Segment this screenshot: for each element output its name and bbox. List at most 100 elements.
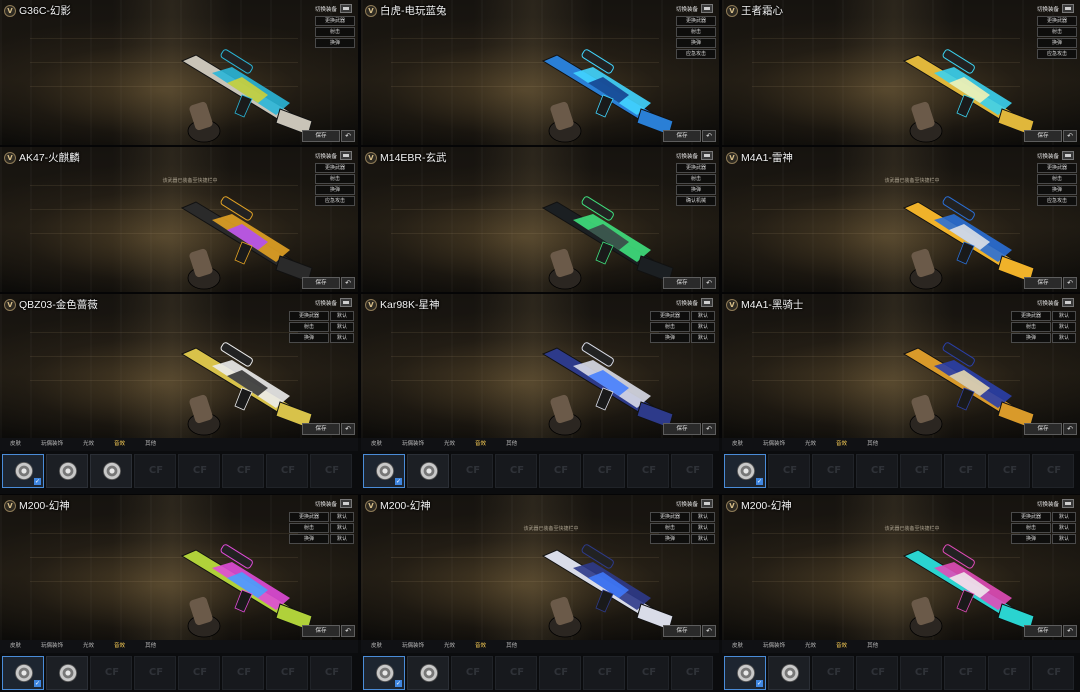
switch-equipment-icon[interactable] [1062,298,1074,307]
return-arrow-icon[interactable]: ↶ [702,625,716,637]
category-tab[interactable]: 其他 [135,438,166,451]
inventory-slot[interactable]: CF [944,454,986,488]
save-button[interactable]: 保存 [1024,277,1062,289]
category-tab[interactable]: 音效 [826,640,857,653]
keybind-action[interactable]: 射击 [650,523,690,533]
save-button[interactable]: 保存 [663,423,701,435]
switch-equipment[interactable]: 切换装备 [1037,151,1074,160]
inventory-slot[interactable]: CF [266,656,308,690]
inventory-slot[interactable]: CF [266,454,308,488]
save-button[interactable]: 保存 [302,277,340,289]
switch-equipment[interactable]: 切换装备 [676,151,713,160]
switch-equipment[interactable]: 切换装备 [1037,298,1074,307]
keybind-action[interactable]: 射击 [289,322,329,332]
keybind-value[interactable]: 默认 [330,523,354,533]
inventory-slot[interactable]: ✓ [363,656,405,690]
category-tab[interactable]: 音效 [465,640,496,653]
category-tab[interactable]: 音效 [826,438,857,451]
category-tab[interactable]: 皮肤 [0,438,31,451]
inventory-slot[interactable]: CF [451,454,493,488]
inventory-slot[interactable]: ✓ [724,656,766,690]
inventory-slot[interactable]: CF [583,454,625,488]
action-menu-item[interactable]: 更换武器 [676,16,716,26]
return-arrow-icon[interactable]: ↶ [1063,277,1077,289]
action-menu-item[interactable]: 更换武器 [1037,16,1077,26]
keybind-value[interactable]: 默认 [1052,333,1076,343]
inventory-slot[interactable]: CF [988,656,1030,690]
switch-equipment[interactable]: 切换装备 [315,298,352,307]
switch-equipment-icon[interactable] [340,151,352,160]
action-menu-item[interactable]: 更换武器 [676,163,716,173]
keybind-value[interactable]: 默认 [1052,523,1076,533]
switch-equipment-icon[interactable] [1062,151,1074,160]
switch-equipment[interactable]: 切换装备 [315,4,352,13]
category-tab[interactable]: 其他 [857,640,888,653]
category-tab[interactable]: 玩偶装饰 [753,640,795,653]
inventory-slot[interactable]: CF [451,656,493,690]
inventory-slot[interactable]: CF [856,454,898,488]
category-tab[interactable]: 光效 [434,438,465,451]
inventory-slot[interactable] [90,454,132,488]
save-button[interactable]: 保存 [1024,625,1062,637]
inventory-slot[interactable]: CF [178,454,220,488]
inventory-slot[interactable]: CF [627,656,669,690]
inventory-slot[interactable]: CF [134,656,176,690]
switch-equipment[interactable]: 切换装备 [315,151,352,160]
save-button[interactable]: 保存 [663,130,701,142]
switch-equipment-icon[interactable] [340,499,352,508]
keybind-value[interactable]: 默认 [330,322,354,332]
return-arrow-icon[interactable]: ↶ [1063,130,1077,142]
category-tab[interactable]: 皮肤 [361,438,392,451]
category-tab[interactable]: 其他 [496,438,527,451]
keybind-action[interactable]: 更换武器 [1011,311,1051,321]
keybind-action[interactable]: 更换武器 [289,311,329,321]
category-tab[interactable]: 皮肤 [722,438,753,451]
inventory-slot[interactable] [768,656,810,690]
switch-equipment-icon[interactable] [1062,4,1074,13]
inventory-slot[interactable]: CF [1032,454,1074,488]
switch-equipment[interactable]: 切换装备 [1037,499,1074,508]
switch-equipment-icon[interactable] [701,151,713,160]
category-tab[interactable]: 玩偶装饰 [753,438,795,451]
action-menu-item[interactable]: 更换武器 [315,163,355,173]
inventory-slot[interactable]: ✓ [2,656,44,690]
keybind-action[interactable]: 射击 [1011,322,1051,332]
action-menu-item[interactable]: 更换武器 [1037,163,1077,173]
keybind-action[interactable]: 射击 [1011,523,1051,533]
inventory-slot[interactable]: CF [583,656,625,690]
keybind-value[interactable]: 默认 [691,523,715,533]
keybind-value[interactable]: 默认 [691,311,715,321]
inventory-slot[interactable]: CF [495,656,537,690]
return-arrow-icon[interactable]: ↶ [341,130,355,142]
action-menu-item[interactable]: 射击 [676,174,716,184]
keybind-action[interactable]: 射击 [289,523,329,533]
inventory-slot[interactable] [46,454,88,488]
action-menu-item[interactable]: 射击 [676,27,716,37]
keybind-value[interactable]: 默认 [1052,512,1076,522]
inventory-slot[interactable]: CF [222,656,264,690]
category-tab[interactable]: 音效 [104,438,135,451]
inventory-slot[interactable]: CF [671,454,713,488]
save-button[interactable]: 保存 [1024,423,1062,435]
keybind-value[interactable]: 默认 [330,512,354,522]
action-menu-item[interactable]: 射击 [1037,27,1077,37]
inventory-slot[interactable]: CF [627,454,669,488]
return-arrow-icon[interactable]: ↶ [702,130,716,142]
switch-equipment[interactable]: 切换装备 [315,499,352,508]
keybind-action[interactable]: 更换武器 [1011,512,1051,522]
inventory-slot[interactable]: CF [222,454,264,488]
keybind-value[interactable]: 默认 [1052,534,1076,544]
save-button[interactable]: 保存 [302,625,340,637]
save-button[interactable]: 保存 [1024,130,1062,142]
keybind-value[interactable]: 默认 [691,512,715,522]
keybind-action[interactable]: 更换武器 [289,512,329,522]
keybind-value[interactable]: 默认 [1052,311,1076,321]
switch-equipment[interactable]: 切换装备 [1037,4,1074,13]
keybind-value[interactable]: 默认 [330,534,354,544]
keybind-action[interactable]: 更换武器 [650,512,690,522]
inventory-slot[interactable]: CF [944,656,986,690]
keybind-action[interactable]: 更换武器 [650,311,690,321]
inventory-slot[interactable]: CF [178,656,220,690]
switch-equipment-icon[interactable] [1062,499,1074,508]
inventory-slot[interactable]: CF [539,454,581,488]
